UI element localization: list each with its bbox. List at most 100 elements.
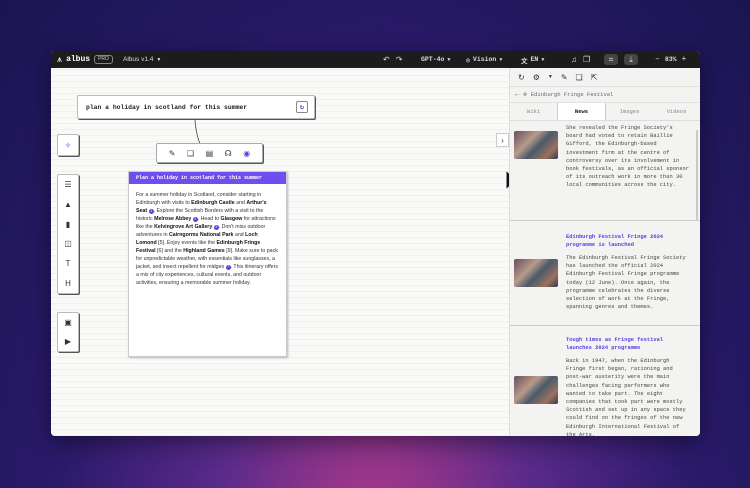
news-item[interactable]: She revealed the Fringe Society's board … — [510, 121, 700, 221]
refresh-icon[interactable]: ↻ — [518, 73, 525, 82]
external-link-icon[interactable]: ⇱ — [591, 73, 598, 82]
tab-videos[interactable]: Videos — [653, 103, 700, 120]
zoom-controls: – 83% + — [655, 51, 686, 68]
language-label: EN — [530, 56, 539, 63]
tab-wiki[interactable]: Wiki — [510, 103, 557, 120]
clipboard-icon[interactable]: ▤ — [206, 149, 214, 158]
back-arrow-icon[interactable]: ← — [515, 91, 519, 99]
text-icon[interactable]: T — [60, 259, 76, 268]
minus-icon[interactable]: – — [655, 55, 660, 64]
card-text: and — [233, 232, 246, 238]
card-title: Plan a holiday in scotland for this summ… — [129, 172, 286, 184]
photo-icon[interactable]: ▣ — [60, 318, 76, 327]
news-item[interactable]: Tough times as Fringe festival launches … — [510, 326, 700, 436]
albus-logo-icon: ⩚ — [57, 54, 63, 64]
plus-icon[interactable]: + — [682, 55, 687, 64]
news-text: She revealed the Fringe Society's board … — [566, 124, 690, 220]
globe-icon: ◎ — [466, 56, 470, 64]
pro-badge: PRO — [94, 55, 113, 64]
news-title[interactable]: Tough times as Fringe festival launches … — [566, 336, 690, 352]
canvas-area[interactable]: plan a holiday in scotland for this summ… — [51, 68, 509, 436]
card-entity[interactable]: Glasgow — [220, 216, 242, 222]
edit-icon[interactable]: ✎ — [169, 149, 176, 158]
language-selector[interactable]: 文 EN ▼ — [521, 51, 544, 68]
edit-icon[interactable]: ✎ — [561, 73, 568, 82]
chevron-down-icon: ▼ — [499, 56, 503, 63]
node-toolbar: ✎ ❏ ▤ ☊ ◉ — [156, 143, 263, 163]
news-thumbnail — [514, 376, 558, 404]
chevron-down-icon: ▼ — [541, 56, 545, 63]
news-item[interactable]: Edinburgh Festival Fringe 2024 programme… — [510, 221, 700, 326]
insert-tool-group: ☰ ▲ ▮ ◫ T H — [57, 174, 79, 294]
chat-icon[interactable]: ⌗ — [604, 54, 618, 65]
card-text: [5]. Enjoy events like the — [156, 240, 217, 246]
card-entity[interactable]: Edinburgh Castle — [191, 200, 234, 206]
url-text: Edinburgh Fringe Festival — [530, 91, 614, 98]
vision-label: Vision — [472, 56, 497, 63]
zoom-level: 83% — [664, 56, 677, 63]
card-entity[interactable]: Highland Games — [183, 248, 224, 254]
card-entity[interactable]: Kelvingrove Art Gallery — [154, 224, 212, 230]
model-selector[interactable]: GPT-4o ▼ — [421, 51, 450, 68]
version-label: Albus v1.4 — [123, 56, 154, 63]
copy-icon[interactable]: ❏ — [187, 149, 194, 158]
note-icon[interactable]: ◫ — [60, 239, 76, 248]
video-icon[interactable]: ▶ — [60, 337, 76, 346]
prompt-node[interactable]: plan a holiday in scotland for this summ… — [77, 95, 315, 119]
download-icon[interactable]: ⤓ — [624, 54, 638, 65]
expand-arrow-icon[interactable]: › — [496, 133, 509, 147]
brand-name: albus — [66, 55, 91, 64]
news-title[interactable]: Edinburgh Festival Fringe 2024 programme… — [566, 233, 690, 249]
answer-card[interactable]: Plan a holiday in scotland for this summ… — [128, 171, 287, 357]
card-text: . Head to — [197, 216, 221, 222]
chevron-down-icon: ▼ — [447, 56, 451, 63]
sparkle-icon[interactable]: ✧ — [60, 141, 76, 150]
image-icon[interactable]: ▲ — [60, 200, 76, 209]
media-controls: ♫ ❐ — [571, 51, 590, 68]
redo-icon[interactable]: ↷ — [396, 55, 403, 64]
list-icon[interactable]: ☰ — [60, 180, 76, 189]
history-controls: ↶ ↷ — [383, 51, 402, 68]
news-text: Edinburgh Festival Fringe 2024 programme… — [566, 233, 690, 325]
chevron-down-icon: ▼ — [156, 56, 162, 63]
globe-icon: ⊕ — [523, 91, 527, 98]
vision-selector[interactable]: ◎ Vision ▼ — [466, 51, 502, 68]
news-text: Tough times as Fringe festival launches … — [566, 336, 690, 436]
tab-news[interactable]: News — [557, 103, 606, 120]
panel-tabs: Wiki News Images Videos — [510, 103, 700, 121]
target-icon[interactable]: ◉ — [243, 149, 250, 158]
ai-tool-group: ✧ — [57, 134, 79, 156]
panel-scrollbar[interactable] — [696, 130, 698, 220]
settings-icon[interactable]: ⚙ — [533, 73, 540, 82]
action-buttons: ⌗ ⤓ — [604, 51, 638, 68]
card-text: [6] and the — [155, 248, 184, 254]
news-thumbnail — [514, 131, 558, 159]
model-label: GPT-4o — [421, 56, 445, 63]
music-icon[interactable]: ♫ — [571, 55, 577, 64]
top-bar: ⩚ albus PRO Albus v1.4 ▼ ↶ ↷ GPT-4o ▼ ◎ … — [51, 51, 700, 68]
translate-icon: 文 — [521, 57, 528, 65]
layers-icon[interactable]: ❐ — [583, 55, 590, 64]
copy-icon[interactable]: ❏ — [576, 73, 583, 82]
media-tool-group: ▣ ▶ — [57, 312, 79, 352]
tab-images[interactable]: Images — [606, 103, 653, 120]
refresh-icon[interactable]: ↻ — [296, 101, 308, 113]
news-description: Back in 1947, when the Edinburgh Fringe … — [566, 358, 686, 436]
url-bar[interactable]: ← ⊕ Edinburgh Fringe Festival — [510, 87, 700, 103]
chevron-down-icon[interactable]: ▼ — [548, 74, 553, 80]
headphones-icon[interactable]: ☊ — [225, 149, 232, 158]
news-description: The Edinburgh Festival Fringe Society ha… — [566, 255, 686, 311]
version-selector[interactable]: Albus v1.4 ▼ — [123, 51, 161, 68]
card-entity[interactable]: Melrose Abbey — [154, 216, 191, 222]
heading-icon[interactable]: H — [60, 279, 76, 288]
card-body: For a summer holiday in Scotland, consid… — [129, 184, 286, 287]
browser-panel: ↻ ⚙ ▼ ✎ ❏ ⇱ ← ⊕ Edinburgh Fringe Festiva… — [509, 68, 700, 436]
brand-group[interactable]: ⩚ albus PRO — [57, 51, 113, 68]
card-text: and — [234, 200, 247, 206]
node-connector — [194, 120, 201, 144]
undo-icon[interactable]: ↶ — [383, 55, 390, 64]
card-entity[interactable]: Cairngorms National Park — [169, 232, 233, 238]
prompt-text: plan a holiday in scotland for this summ… — [86, 104, 248, 111]
document-icon[interactable]: ▮ — [60, 220, 76, 229]
app-window: ⩚ albus PRO Albus v1.4 ▼ ↶ ↷ GPT-4o ▼ ◎ … — [51, 51, 700, 436]
